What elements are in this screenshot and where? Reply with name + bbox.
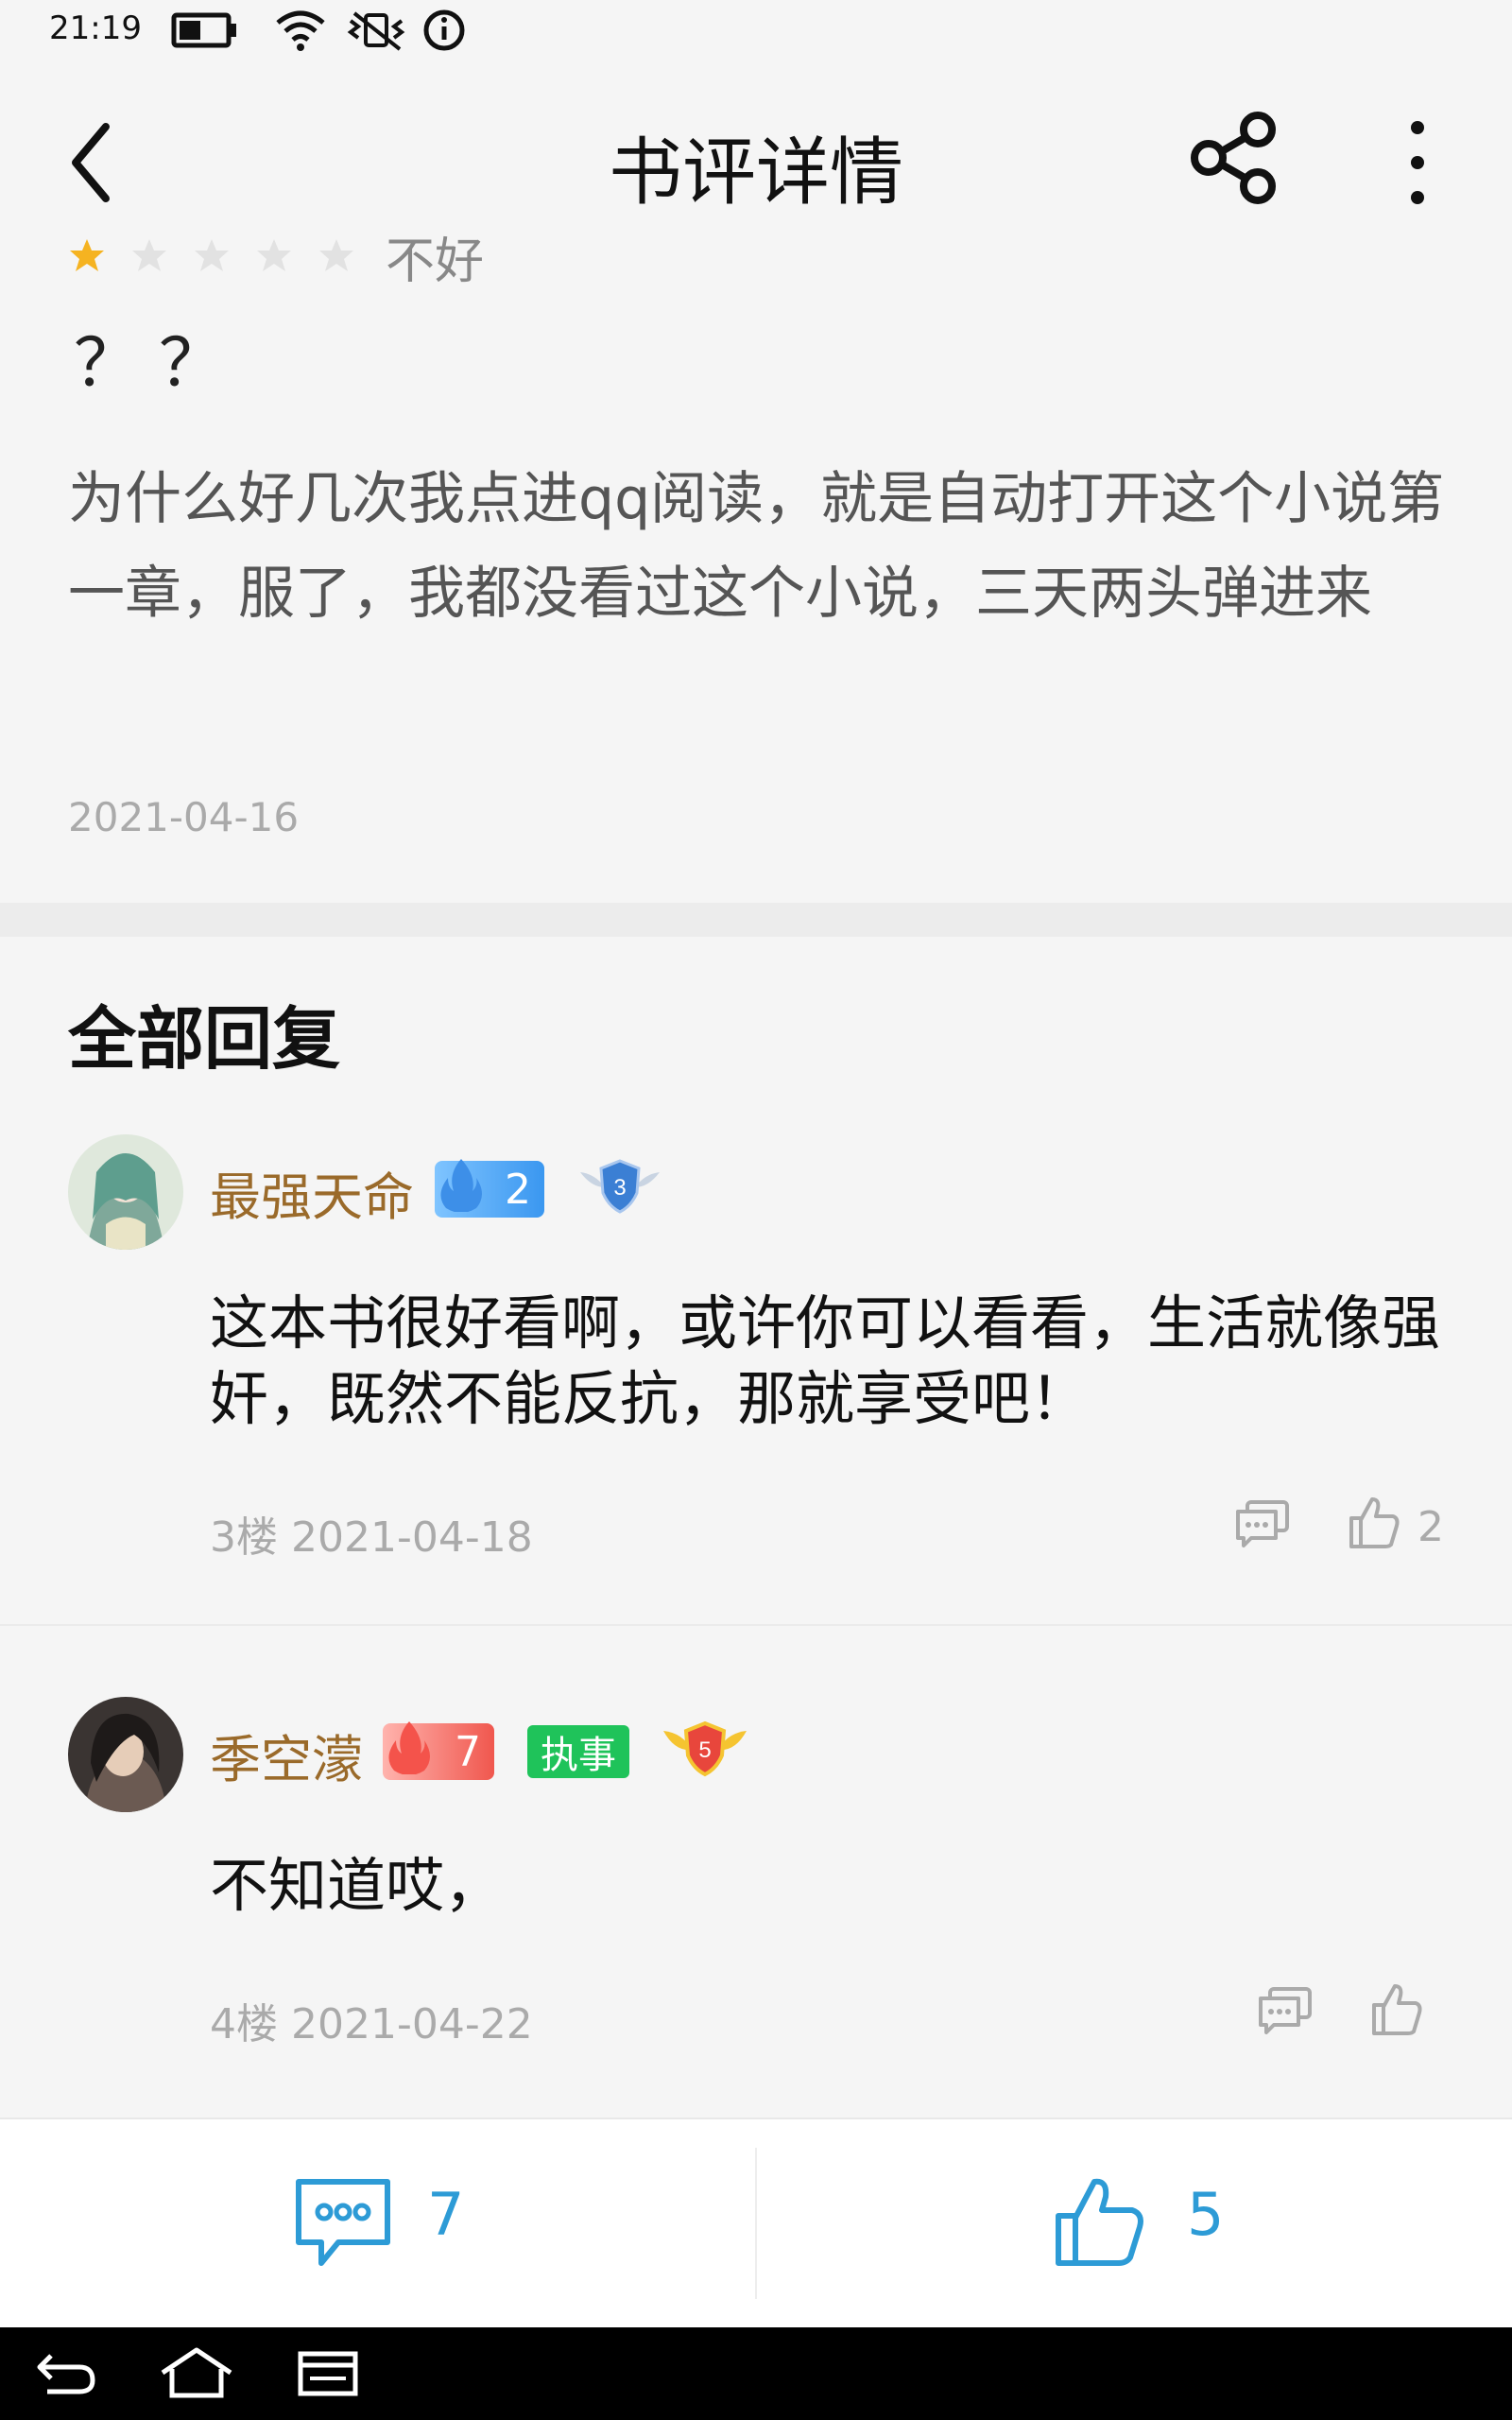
reply-like-count: 2: [1418, 1503, 1444, 1551]
shield-medal-icon: 3: [580, 1159, 660, 1214]
comment-bubble-icon: [296, 2179, 390, 2266]
review-body: 为什么好几次我点进qq阅读，就是自动打开这个小说第一章，服了，我都没看过这个小说…: [68, 466, 1445, 627]
vibrate-icon: [347, 11, 405, 51]
reply-item: 季空濛 7 执事 5 不知道哎， 4楼 2021-04-22: [0, 1678, 1512, 2113]
avatar[interactable]: [68, 1697, 183, 1812]
gold-medal-icon: 5: [663, 1720, 747, 1777]
thumbs-up-icon: [1056, 2178, 1143, 2266]
star-empty-icon: [319, 239, 353, 271]
system-back-icon[interactable]: [34, 2350, 96, 2397]
replies-section-title: 全部回复: [68, 999, 341, 1079]
star-empty-icon: [195, 239, 229, 271]
user-level-badge: 7: [383, 1721, 494, 1780]
reply-meta: 4楼 2021-04-22: [210, 2000, 533, 2048]
like-button[interactable]: 5: [757, 2119, 1512, 2329]
more-options-icon[interactable]: [1389, 111, 1446, 215]
review-card: 不好 ？？ 为什么好几次我点进qq阅读，就是自动打开这个小说第一章，服了，我都没…: [0, 233, 1512, 900]
system-home-icon[interactable]: [159, 2346, 234, 2399]
share-icon[interactable]: [1186, 111, 1280, 205]
reply-separator: [0, 1624, 1512, 1626]
svg-text:5: 5: [698, 1737, 711, 1763]
thumbs-up-icon[interactable]: [1348, 1495, 1400, 1550]
reply-text: 不知道哎，: [210, 1851, 504, 1920]
thumbs-up-icon[interactable]: [1370, 1982, 1423, 2037]
bottom-action-bar: 7 5: [0, 2118, 1512, 2329]
system-nav-bar: [0, 2327, 1512, 2420]
info-icon: [423, 9, 465, 51]
comment-icon[interactable]: [1257, 1985, 1314, 2038]
user-level-badge: 2: [435, 1159, 544, 1218]
page-title: 书评详情: [608, 130, 903, 216]
status-time: 21:19: [49, 9, 142, 47]
app-bar: 书评详情: [0, 59, 1512, 257]
star-filled-icon: [70, 239, 104, 271]
wifi-icon: [276, 10, 325, 51]
comment-count: 7: [427, 2180, 465, 2249]
review-title: ？？: [74, 324, 244, 402]
role-tag: 执事: [527, 1725, 629, 1778]
battery-icon: [171, 12, 236, 48]
section-divider: [0, 903, 1512, 937]
rating-stars: [68, 236, 355, 274]
comment-icon[interactable]: [1234, 1498, 1291, 1551]
star-empty-icon: [257, 239, 291, 271]
username[interactable]: 最强天命: [210, 1155, 414, 1230]
username[interactable]: 季空濛: [210, 1718, 363, 1792]
avatar[interactable]: [68, 1134, 183, 1250]
svg-text:3: 3: [613, 1175, 626, 1201]
reply-meta: 3楼 2021-04-18: [210, 1513, 533, 1562]
review-date: 2021-04-16: [68, 794, 300, 840]
comment-button[interactable]: 7: [0, 2119, 755, 2329]
system-recents-icon[interactable]: [297, 2348, 359, 2397]
level-number: 2: [505, 1165, 531, 1214]
like-count: 5: [1187, 2180, 1225, 2249]
status-bar: 21:19: [0, 0, 1512, 59]
flame-icon: [388, 1721, 430, 1774]
rating-label: 不好: [386, 233, 485, 290]
flame-icon: [440, 1159, 482, 1212]
level-number: 7: [455, 1727, 481, 1776]
reply-text: 这本书很好看啊，或许你可以看看，生活就像强奸，既然不能反抗，那就享受吧！: [210, 1288, 1441, 1433]
star-empty-icon: [132, 239, 166, 271]
reply-item: 最强天命 2 3 这本书很好看啊，或许你可以看看，生活就像强奸，既然不能反抗，那…: [0, 1115, 1512, 1626]
